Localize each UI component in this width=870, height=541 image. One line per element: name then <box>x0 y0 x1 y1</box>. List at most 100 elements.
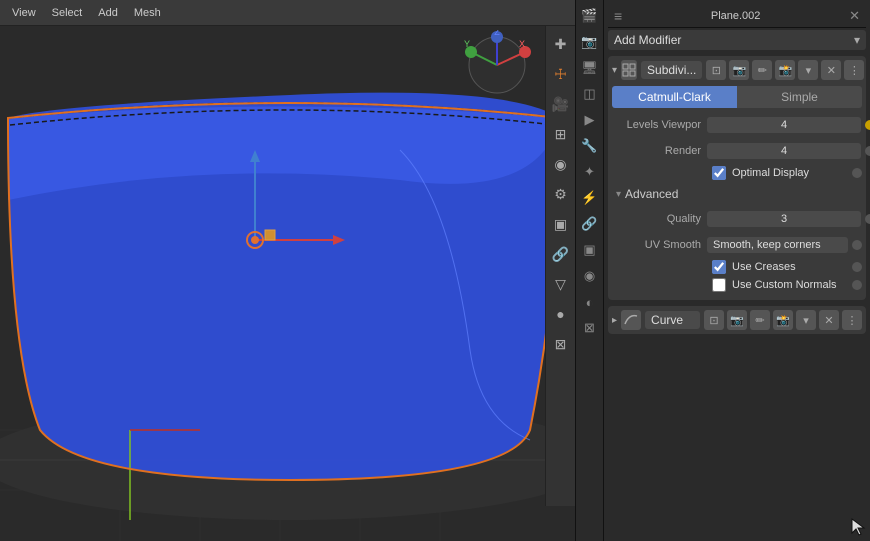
curve-header: ▸ Curve ⊡ 📷 ✏ 📸 ▾ ✕ ⋮ <box>612 310 862 330</box>
filter-icon[interactable]: ▽ <box>549 272 573 296</box>
checker-icon[interactable]: ⊠ <box>578 316 602 340</box>
viewport-right-toolbar: ✚ ☩ 🎥 ⊞ ◉ ⚙ ▣ 🔗 ▽ ● ⊠ <box>545 26 575 506</box>
subdiv-more-icon[interactable]: ▾ <box>798 60 818 80</box>
material-icon[interactable]: ● <box>549 302 573 326</box>
view-menu-btn[interactable]: View <box>6 5 42 21</box>
panel-header: ≡ Plane.002 ✕ <box>608 4 866 28</box>
use-creases-checkbox[interactable] <box>712 260 726 274</box>
object-icon[interactable]: ▣ <box>549 212 573 236</box>
optimal-display-label: Optimal Display <box>732 167 809 179</box>
render-input[interactable] <box>707 143 861 159</box>
use-custom-normals-checkbox[interactable] <box>712 278 726 292</box>
subdiv-modifier-card: ▾ Subdivi... ⊡ 📷 ✏ 📸 ▾ ✕ <box>608 56 866 300</box>
particles-icon[interactable]: ✦ <box>578 160 602 184</box>
quality-input[interactable] <box>707 211 861 227</box>
constraint-icon[interactable]: 🔗 <box>549 242 573 266</box>
optimal-display-row: Optimal Display <box>612 166 862 180</box>
object-data-icon[interactable]: ▣ <box>578 238 602 262</box>
tab-simple[interactable]: Simple <box>737 86 862 108</box>
grid-icon[interactable]: ⊞ <box>549 122 573 146</box>
curve-name[interactable]: Curve <box>645 311 700 329</box>
quality-row: Quality <box>612 208 862 230</box>
subdiv-type-tabs: Catmull-Clark Simple <box>612 86 862 108</box>
modifier-icon[interactable]: 🔧 <box>578 134 602 158</box>
add-object-icon[interactable]: ✚ <box>549 32 573 56</box>
use-custom-normals-dot <box>852 280 862 290</box>
render-dot <box>865 146 870 156</box>
physics-icon[interactable]: ⚡ <box>578 186 602 210</box>
subdiv-render-icon[interactable]: 📷 <box>729 60 749 80</box>
svg-text:Y: Y <box>464 39 470 49</box>
select-menu-btn[interactable]: Select <box>46 5 89 21</box>
svg-text:X: X <box>519 39 525 49</box>
subdiv-type-icon <box>621 60 637 80</box>
subdiv-dots-icon[interactable]: ⋮ <box>844 60 864 80</box>
hide-icon[interactable]: ◉ <box>549 152 573 176</box>
camera-icon[interactable]: 🎥 <box>549 92 573 116</box>
uv-smooth-select[interactable]: Smooth, keep corners <box>707 237 848 253</box>
subdiv-icon-buttons: ⊡ 📷 ✏ 📸 ▾ ✕ ⋮ <box>706 60 864 80</box>
curve-modifier-card: ▸ Curve ⊡ 📷 ✏ 📸 ▾ ✕ ⋮ <box>608 306 866 334</box>
subdiv-header: ▾ Subdivi... ⊡ 📷 ✏ 📸 ▾ ✕ <box>612 60 862 80</box>
optimal-display-checkbox[interactable] <box>712 166 726 180</box>
subdiv-name[interactable]: Subdivi... <box>641 61 702 79</box>
render-icon[interactable]: 📷 <box>578 30 602 54</box>
add-menu-btn[interactable]: Add <box>92 5 124 21</box>
advanced-label: Advanced <box>625 187 678 201</box>
uv-smooth-dot <box>852 240 862 250</box>
properties-content: ≡ Plane.002 ✕ Add Modifier ▾ ▾ <box>604 0 870 541</box>
material-slot-icon[interactable]: ◉ <box>578 264 602 288</box>
curve-dots-icon[interactable]: ⋮ <box>842 310 862 330</box>
use-creases-dot <box>852 262 862 272</box>
quality-dot <box>865 214 870 224</box>
properties-icon-sidebar: 🎬 📷 🖥 ◫ ▶ 🔧 ✦ ⚡ 🔗 ▣ ◉ ◐ ⊠ <box>576 0 604 541</box>
subdiv-camera-icon[interactable]: 📸 <box>775 60 795 80</box>
panel-menu-icon[interactable]: ≡ <box>614 8 622 24</box>
properties-panel: 🎬 📷 🖥 ◫ ▶ 🔧 ✦ ⚡ 🔗 ▣ ◉ ◐ ⊠ ≡ Plane.002 ✕ … <box>575 0 870 541</box>
subdiv-close-icon[interactable]: ✕ <box>821 60 841 80</box>
constraints-icon[interactable]: 🔗 <box>578 212 602 236</box>
cursor-icon[interactable]: ☩ <box>549 62 573 86</box>
scene-prop-icon[interactable]: ▶ <box>578 108 602 132</box>
subdiv-expand-arrow[interactable]: ▾ <box>612 65 617 76</box>
advanced-section[interactable]: ▾ Advanced <box>612 184 862 204</box>
levels-viewport-label: Levels Viewpor <box>612 119 707 131</box>
optimal-display-dot <box>852 168 862 178</box>
levels-viewport-row: Levels Viewpor <box>612 114 862 136</box>
panel-title: Plane.002 <box>626 10 845 22</box>
panel-close-icon[interactable]: ✕ <box>849 8 860 24</box>
tab-catmull-clark[interactable]: Catmull-Clark <box>612 86 737 108</box>
curve-realtime-icon[interactable]: ⊡ <box>704 310 724 330</box>
curve-camera-icon[interactable]: 📸 <box>773 310 793 330</box>
mesh-menu-btn[interactable]: Mesh <box>128 5 167 21</box>
levels-viewport-input[interactable] <box>707 117 861 133</box>
curve-edit-icon[interactable]: ✏ <box>750 310 770 330</box>
add-modifier-label: Add Modifier <box>614 33 854 47</box>
viewport-toolbar: View Select Add Mesh <box>0 0 575 26</box>
quality-label: Quality <box>612 213 707 225</box>
add-modifier-button[interactable]: Add Modifier ▾ <box>608 30 866 50</box>
curve-more-icon[interactable]: ▾ <box>796 310 816 330</box>
use-creases-label: Use Creases <box>732 261 796 273</box>
advanced-arrow: ▾ <box>616 189 621 200</box>
use-custom-normals-label: Use Custom Normals <box>732 279 837 291</box>
view-layer-icon[interactable]: ◫ <box>578 82 602 106</box>
render-row: Render <box>612 140 862 162</box>
checkerboard-icon[interactable]: ⊠ <box>549 332 573 356</box>
viewport[interactable]: View Select Add Mesh X Y Z <box>0 0 575 541</box>
shading-icon[interactable]: ◐ <box>578 290 602 314</box>
output-icon[interactable]: 🖥 <box>578 56 602 80</box>
settings-icon[interactable]: ⚙ <box>549 182 573 206</box>
subdiv-realtime-icon[interactable]: ⊡ <box>706 60 726 80</box>
curve-render-icon[interactable]: 📷 <box>727 310 747 330</box>
curve-expand-arrow[interactable]: ▸ <box>612 315 617 326</box>
curve-close-icon[interactable]: ✕ <box>819 310 839 330</box>
gizmo: X Y Z <box>457 30 537 100</box>
scene-icon[interactable]: 🎬 <box>578 4 602 28</box>
transform-widget[interactable] <box>190 140 390 340</box>
subdiv-edit-icon[interactable]: ✏ <box>752 60 772 80</box>
svg-text:Z: Z <box>494 30 500 37</box>
render-label: Render <box>612 145 707 157</box>
curve-type-icon <box>621 310 641 330</box>
uv-smooth-row: UV Smooth Smooth, keep corners <box>612 234 862 256</box>
